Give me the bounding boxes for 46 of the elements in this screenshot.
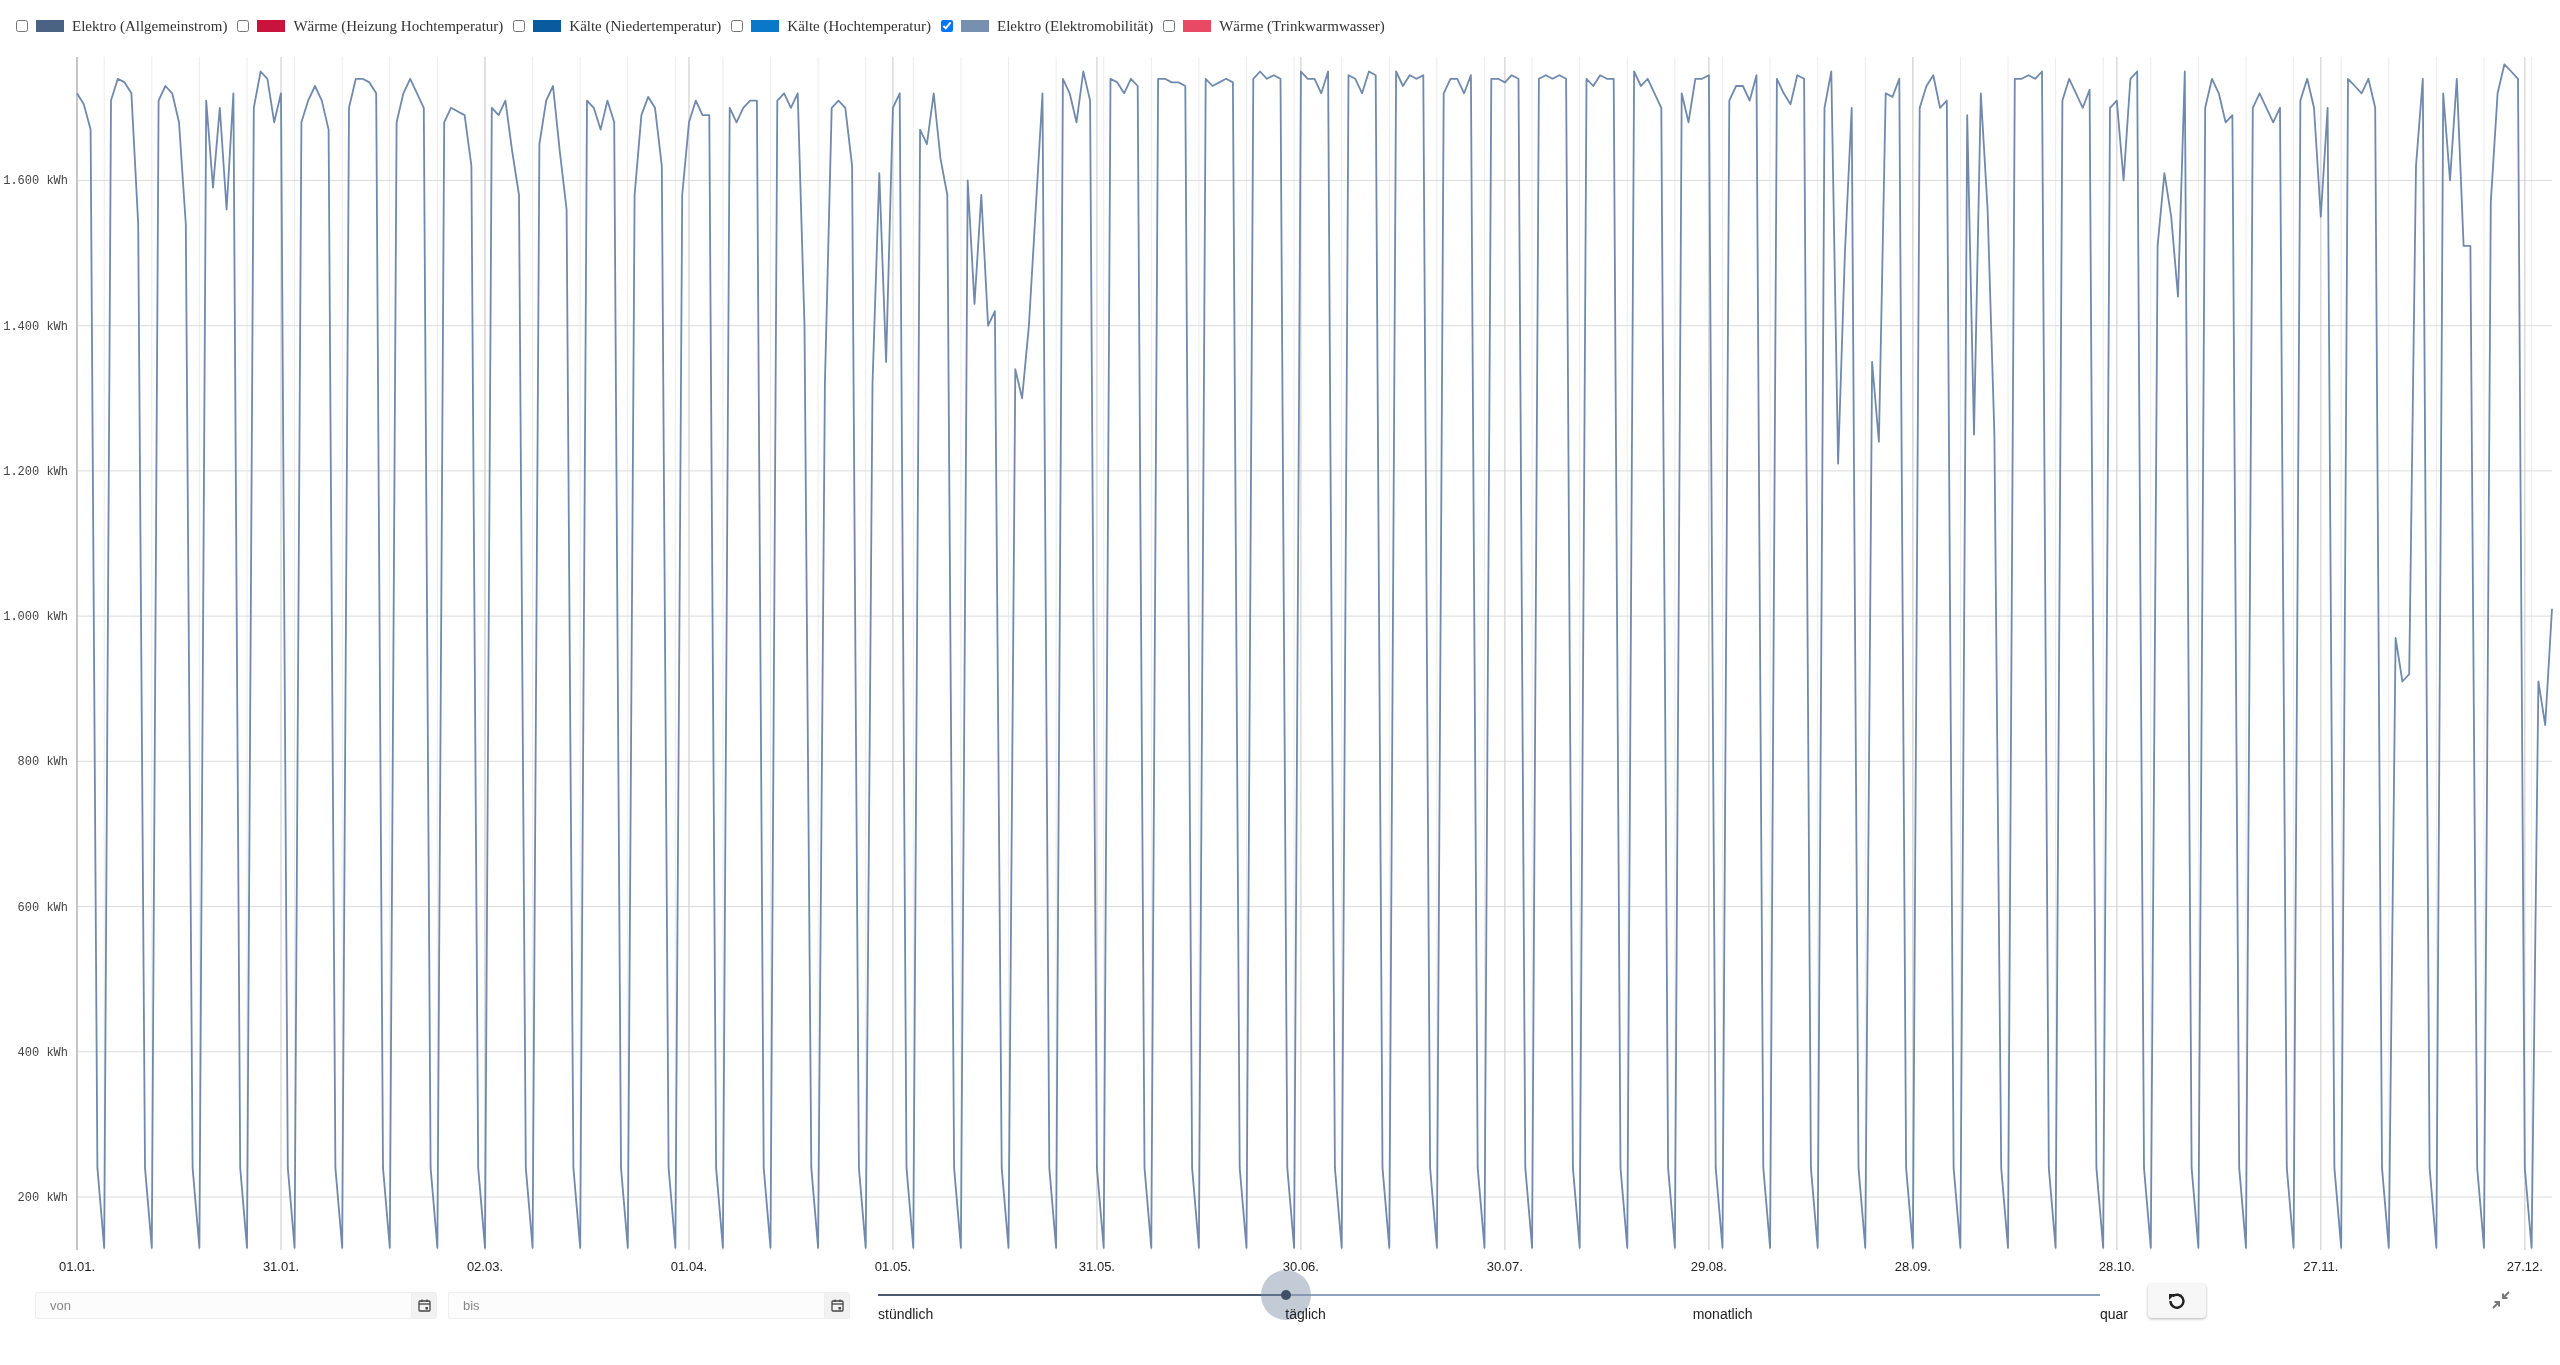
y-axis-label: 1.400 kWh	[3, 319, 68, 334]
x-axis-label: 29.08.	[1690, 1259, 1727, 1274]
x-axis-label: 01.04.	[670, 1259, 708, 1274]
y-axis-label: 400 kWh	[17, 1045, 68, 1060]
x-axis-label: 30.07.	[1486, 1259, 1523, 1274]
legend-label[interactable]: Elektro (Allgemeinstrom)	[72, 14, 228, 38]
date-field[interactable]: von	[35, 1292, 411, 1319]
legend-checkbox[interactable]	[513, 20, 526, 32]
y-axis-label: 1.000 kWh	[3, 610, 68, 625]
x-axis-label: 01.01.	[58, 1259, 96, 1274]
slider-stop-label[interactable]: quar	[2100, 1304, 2129, 1325]
x-axis-label: 02.03.	[466, 1259, 504, 1274]
x-axis-label: 28.09.	[1894, 1259, 1931, 1274]
x-axis-label: 01.05.	[874, 1259, 911, 1274]
y-axis-label: 1.200 kWh	[3, 464, 68, 479]
x-axis-label: 28.10.	[2098, 1259, 2135, 1274]
calendar-icon	[830, 1299, 844, 1312]
x-axis-label: 27.11.	[2303, 1259, 2339, 1274]
slider-stop-label[interactable]: täglich	[1285, 1304, 1326, 1325]
legend-label[interactable]: Kälte (Hochtemperatur)	[787, 14, 931, 38]
reset-icon	[2167, 1291, 2187, 1311]
slider-stop-label[interactable]: monatlich	[1692, 1304, 1753, 1325]
legend-checkbox[interactable]	[731, 20, 744, 32]
legend-label[interactable]: Wärme (Heizung Hochtemperatur)	[293, 14, 504, 38]
x-axis-label: 27.12.	[2506, 1259, 2543, 1274]
legend-checkbox[interactable]	[16, 20, 28, 32]
y-axis-label: 1.600 kWh	[3, 174, 68, 189]
legend-checkbox[interactable]	[941, 20, 953, 32]
date-field[interactable]: bis	[448, 1292, 824, 1319]
collapse-icon	[2491, 1290, 2511, 1310]
legend-checkbox[interactable]	[1163, 20, 1176, 32]
x-axis-label: 31.05.	[1078, 1259, 1115, 1274]
calendar-icon	[417, 1299, 431, 1312]
legend-label[interactable]: Elektro (Elektromobilität)	[997, 14, 1154, 38]
slider-stop-label[interactable]: stündlich	[878, 1304, 934, 1325]
calendar-button[interactable]	[411, 1292, 437, 1319]
legend-label[interactable]: Kälte (Niedertemperatur)	[569, 14, 722, 38]
legend-checkbox[interactable]	[237, 20, 250, 32]
calendar-button[interactable]	[824, 1292, 850, 1319]
y-axis-label: 800 kWh	[17, 755, 68, 770]
x-axis-label: 31.01.	[262, 1259, 300, 1274]
reset-button[interactable]	[2148, 1284, 2206, 1318]
x-axis-label: 30.06.	[1282, 1259, 1319, 1274]
y-axis-label: 600 kWh	[17, 900, 68, 915]
legend-label[interactable]: Wärme (Trinkwarmwasser)	[1219, 14, 1385, 38]
y-axis-label: 200 kWh	[17, 1191, 68, 1205]
